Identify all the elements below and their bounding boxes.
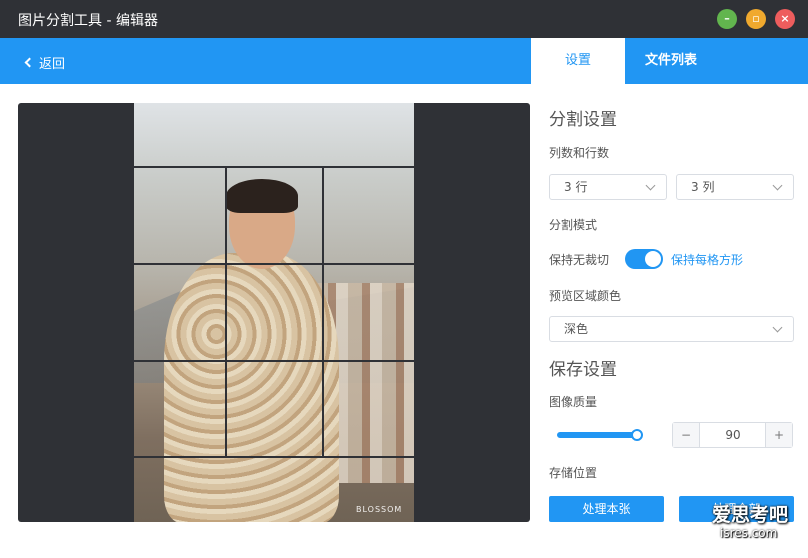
minimize-button[interactable]: –	[717, 9, 737, 29]
rows-select-value: 3 行	[564, 180, 588, 194]
chevron-down-icon	[772, 180, 783, 191]
quality-increment-button[interactable]: +	[765, 423, 792, 447]
cols-select-value: 3 列	[691, 180, 715, 194]
toggle-knob	[645, 251, 661, 267]
grid-line-vertical	[225, 166, 227, 458]
window-title: 图片分割工具 - 编辑器	[18, 13, 158, 29]
back-button[interactable]: 返回	[24, 53, 66, 72]
save-settings-title: 保存设置	[549, 360, 617, 380]
quality-decrement-button[interactable]: −	[673, 423, 700, 447]
maximize-button[interactable]: ▫	[746, 9, 766, 29]
preview-color-label: 预览区域颜色	[549, 289, 622, 303]
split-settings-title: 分割设置	[549, 110, 617, 130]
preview-color-value: 深色	[564, 322, 589, 336]
grid-line-vertical	[322, 166, 324, 458]
mode-no-crop-label: 保持无裁切	[549, 253, 610, 267]
grid-line-horizontal	[134, 263, 418, 265]
chevron-down-icon	[772, 322, 783, 333]
quality-input[interactable]: 90	[701, 423, 765, 447]
back-label: 返回	[39, 57, 66, 72]
split-grid-overlay	[134, 166, 418, 458]
split-mode-label: 分割模式	[549, 218, 598, 232]
grid-line-vertical	[416, 166, 418, 458]
grid-line-horizontal	[134, 456, 418, 458]
preview-color-select[interactable]: 深色	[549, 316, 794, 342]
chevron-down-icon	[645, 180, 656, 191]
close-button[interactable]: ×	[775, 9, 795, 29]
slider-thumb[interactable]	[631, 429, 643, 441]
quality-stepper[interactable]: − 90 +	[672, 422, 793, 448]
grid-line-horizontal	[134, 166, 418, 168]
image-quality-label: 图像质量	[549, 395, 598, 409]
site-watermark-text: 爱思考吧	[712, 504, 789, 526]
tab-settings[interactable]: 设置	[531, 38, 625, 84]
cols-select[interactable]: 3 列	[676, 174, 794, 200]
process-current-button[interactable]: 处理本张	[549, 496, 664, 522]
title-bar: 图片分割工具 - 编辑器 – ▫ ×	[0, 0, 808, 38]
image-watermark: BLOSSOM	[356, 505, 403, 514]
nav-bar: 返回 设置 文件列表	[0, 38, 808, 84]
quality-slider[interactable]	[557, 429, 643, 441]
rows-cols-label: 列数和行数	[549, 146, 610, 160]
rows-select[interactable]: 3 行	[549, 174, 667, 200]
chevron-left-icon	[24, 57, 35, 68]
grid-line-horizontal	[134, 360, 418, 362]
split-mode-toggle[interactable]	[625, 249, 663, 269]
site-watermark-url: isres.com	[720, 526, 778, 540]
storage-location-label: 存储位置	[549, 466, 598, 480]
tab-file-list[interactable]: 文件列表	[625, 38, 717, 84]
mode-square-label: 保持每格方形	[671, 253, 744, 267]
preview-area: BLOSSOM	[18, 103, 530, 522]
